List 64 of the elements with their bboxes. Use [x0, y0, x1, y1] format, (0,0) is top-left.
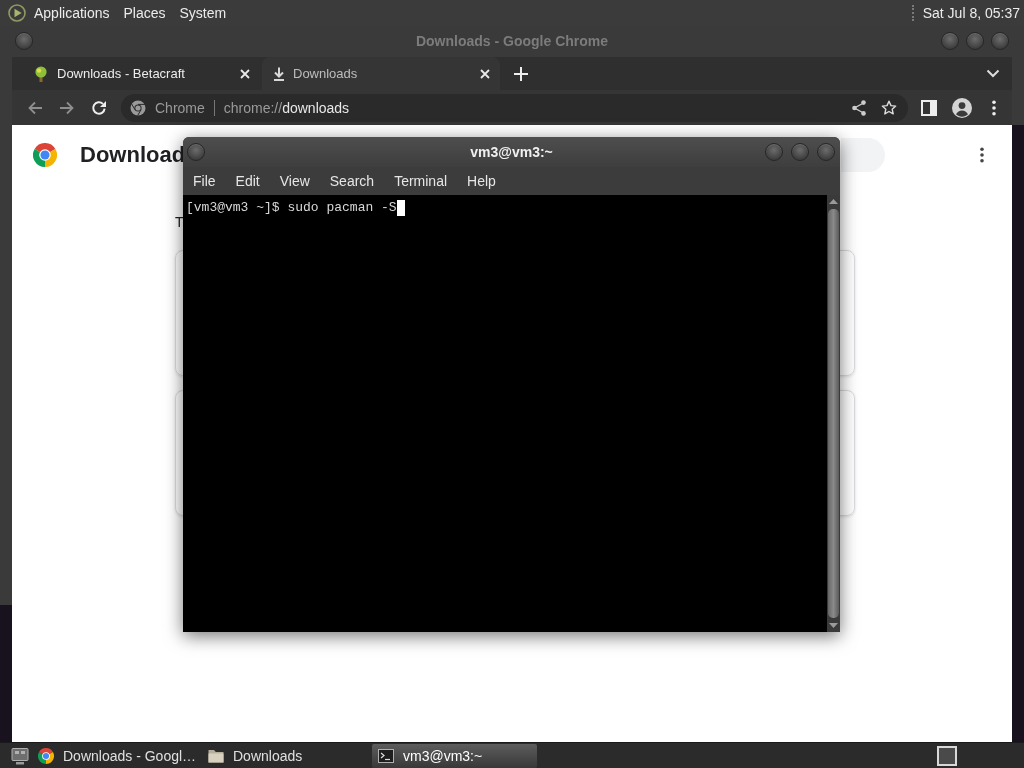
panel-menu-item[interactable]: Applications — [34, 4, 110, 21]
scrollbar[interactable] — [827, 195, 840, 632]
plus-icon[interactable] — [514, 66, 528, 81]
terminal-icon — [378, 748, 394, 763]
browser-logo-icon — [38, 747, 54, 764]
url-text: chrome://downloads — [223, 99, 350, 116]
taskbar-button[interactable]: vm3@vm3:~ — [372, 743, 537, 768]
menu-item[interactable]: Edit — [225, 173, 270, 189]
browser-tab[interactable]: Downloads — [262, 57, 500, 90]
window-control-button[interactable] — [15, 32, 33, 50]
menu-item[interactable]: Help — [457, 173, 506, 189]
window-control-button[interactable] — [966, 32, 984, 50]
window-title: vm3@vm3:~ — [469, 144, 554, 160]
close-icon[interactable] — [480, 68, 490, 79]
terminal-screen[interactable]: [vm3@vm3 ~]$ sudo pacman -S — [183, 195, 827, 632]
window-control-button[interactable] — [187, 143, 205, 161]
menu-item[interactable]: Search — [319, 173, 385, 189]
menu-icon[interactable] — [992, 99, 996, 116]
address-bar[interactable]: Chrome chrome://downloads — [121, 93, 908, 122]
workspace-switcher[interactable] — [937, 745, 957, 766]
text-cursor — [396, 199, 405, 216]
task-title: vm3@vm3:~ — [403, 747, 483, 764]
taskbar-button[interactable]: Downloads — [202, 743, 367, 768]
browser-logo-icon — [33, 143, 57, 167]
browser-logo-icon — [130, 99, 146, 116]
scroll-up-icon[interactable] — [829, 199, 838, 204]
tree-icon — [33, 65, 49, 82]
browser-tab[interactable]: Downloads - Betacraft — [22, 57, 260, 90]
window-control-button[interactable] — [817, 143, 835, 161]
chevron-down-icon[interactable] — [986, 69, 1000, 78]
window-title: Downloads - Google Chrome — [414, 33, 610, 49]
page-title: Download — [80, 142, 186, 168]
window-control-button[interactable] — [791, 143, 809, 161]
menu-item[interactable]: File — [183, 173, 226, 189]
site-label: Chrome — [155, 99, 205, 116]
tab-title: Downloads - Betacraft — [57, 66, 186, 81]
scrollbar-thumb[interactable] — [828, 209, 839, 618]
date-heading: T — [175, 214, 184, 230]
window-control-button[interactable] — [941, 32, 959, 50]
reload-icon[interactable] — [91, 99, 107, 116]
task-title: Downloads — [233, 747, 303, 764]
star-icon[interactable] — [881, 99, 897, 116]
menu-item[interactable]: View — [269, 173, 320, 189]
search-field[interactable] — [841, 138, 885, 172]
close-icon[interactable] — [240, 68, 250, 79]
folder-icon — [208, 748, 224, 763]
share-icon[interactable] — [852, 99, 866, 116]
side-panel-icon[interactable] — [921, 99, 937, 116]
taskbar-button[interactable]: Downloads - Googl… — [32, 743, 197, 768]
window-control-button[interactable] — [765, 143, 783, 161]
menu-item[interactable]: Terminal — [384, 173, 458, 189]
panel-menu-item[interactable]: System — [179, 4, 227, 21]
scroll-down-icon[interactable] — [829, 623, 838, 628]
logo-icon[interactable] — [8, 3, 26, 22]
download-icon — [273, 66, 285, 81]
window-control-button[interactable] — [991, 32, 1009, 50]
panel-menu-item[interactable]: Places — [123, 4, 166, 21]
clock[interactable]: Sat Jul 8, 05:37 — [922, 4, 1020, 21]
tab-title: Downloads — [293, 66, 359, 81]
terminal-line: [vm3@vm3 ~]$ sudo pacman -S — [186, 199, 397, 216]
menu-icon[interactable] — [980, 147, 984, 163]
desktop-icon[interactable] — [11, 746, 29, 765]
avatar-icon[interactable] — [952, 97, 972, 118]
task-title: Downloads - Googl… — [63, 747, 197, 764]
